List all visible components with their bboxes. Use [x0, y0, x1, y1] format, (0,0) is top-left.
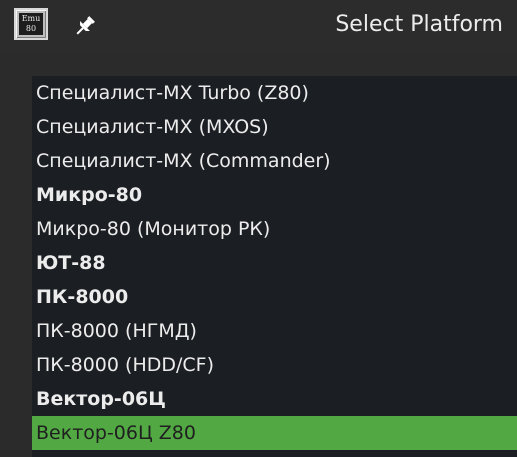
emu80-app-icon[interactable]: Emu 80	[14, 8, 48, 40]
title-bar[interactable]: Emu 80 Select Platform	[0, 0, 517, 54]
list-item[interactable]: Специалист-MX (Commander)	[32, 144, 517, 178]
list-item[interactable]: ПК-8000 (НГМД)	[32, 314, 517, 348]
app-icon-text-line2: 80	[25, 24, 37, 33]
list-item[interactable]: Микро-80	[32, 178, 517, 212]
list-item[interactable]: ЮТ-88	[32, 246, 517, 280]
window-title: Select Platform	[335, 12, 503, 37]
list-item[interactable]: ПК-8000 (HDD/CF)	[32, 348, 517, 382]
list-item-selected[interactable]: Вектор-06Ц Z80	[32, 416, 517, 450]
list-item[interactable]: Вектор-06Ц	[32, 382, 517, 416]
select-platform-window: Emu 80 Select Platform Специалист-MX Tur…	[0, 0, 517, 457]
list-item[interactable]: Специалист-MX (MXOS)	[32, 110, 517, 144]
pin-icon-graphic	[76, 16, 95, 35]
list-item[interactable]: Микро-80 (Монитор РК)	[32, 212, 517, 246]
list-item[interactable]: ПК-8000	[32, 280, 517, 314]
list-item[interactable]: Специалист-MX Turbo (Z80)	[32, 76, 517, 110]
platform-list[interactable]: Специалист-MX Turbo (Z80) Специалист-MX …	[32, 76, 517, 457]
app-icon-text-line1: Emu	[21, 14, 41, 23]
app-icon-label: Emu 80	[19, 13, 43, 35]
pin-icon[interactable]	[72, 13, 98, 39]
